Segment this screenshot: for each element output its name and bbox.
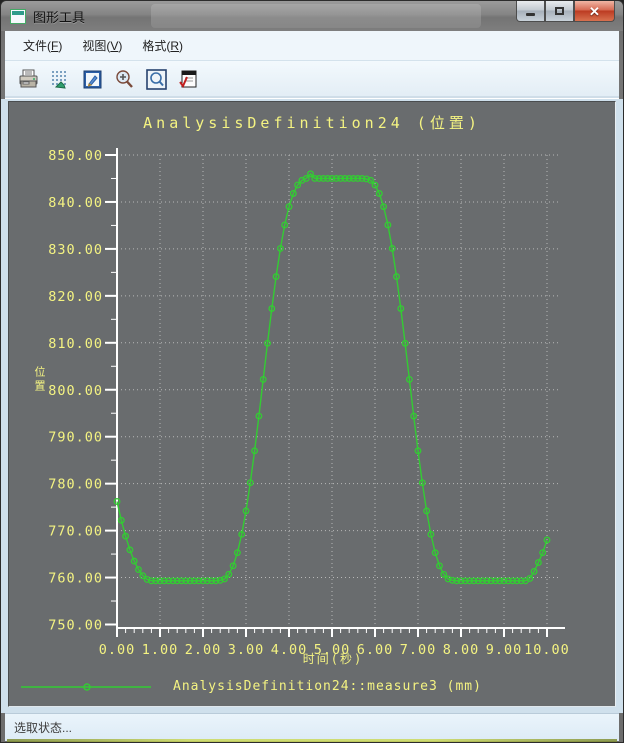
statusbar: 选取状态... [5, 713, 619, 741]
print-icon [19, 69, 38, 88]
zoom-refit-icon [146, 69, 167, 90]
graph-options-icon [179, 70, 197, 88]
zoom-refit-button[interactable] [143, 66, 170, 93]
legend: AnalysisDefinition24::measure3 (mm) [21, 679, 482, 694]
svg-text:820.00: 820.00 [48, 289, 103, 305]
point-display-button[interactable] [47, 66, 74, 93]
minimize-icon [526, 12, 535, 16]
svg-text:780.00: 780.00 [48, 477, 103, 493]
menubar: 文件(F) 视图(V) 格式(R) [5, 31, 619, 61]
status-text: 选取状态... [14, 721, 73, 735]
minimize-button[interactable] [516, 1, 545, 22]
svg-text:830.00: 830.00 [48, 242, 103, 258]
titlebar-sheen [151, 4, 481, 28]
menu-view[interactable]: 视图(V) [72, 32, 132, 59]
plot-canvas[interactable]: 750.00 760.00 770.00 780.00 790.00 800.00 810.… [9, 102, 616, 707]
svg-text:810.00: 810.00 [48, 336, 103, 352]
window-bottom-glow [7, 739, 617, 742]
titlebar[interactable]: 图形工具 ✕ [1, 1, 623, 31]
x-axis-label: 时间(秒) [302, 652, 364, 666]
svg-text:770.00: 770.00 [48, 524, 103, 540]
legend-line-sample [21, 682, 151, 691]
menu-format[interactable]: 格式(R) [132, 32, 193, 59]
svg-text:790.00: 790.00 [48, 430, 103, 446]
maximize-icon [555, 7, 564, 15]
zoom-in-icon [116, 70, 133, 88]
svg-text:760.00: 760.00 [48, 571, 103, 587]
close-button[interactable]: ✕ [574, 1, 615, 22]
maximize-button[interactable] [545, 1, 574, 22]
svg-text:750.00: 750.00 [48, 618, 103, 634]
toolbar [5, 61, 619, 99]
close-icon: ✕ [589, 3, 600, 19]
menu-file[interactable]: 文件(F) [13, 32, 72, 59]
window-controls: ✕ [516, 1, 615, 22]
app-window-icon [10, 8, 26, 24]
point-display-icon [52, 71, 66, 89]
graph-options-button[interactable] [175, 66, 202, 93]
y-axis-label: 位置 [33, 366, 45, 394]
edit-graph-icon [83, 70, 102, 89]
svg-text:840.00: 840.00 [48, 195, 103, 211]
legend-label: AnalysisDefinition24::measure3 (mm) [173, 679, 482, 694]
print-button[interactable] [15, 66, 42, 93]
edit-graph-button[interactable] [79, 66, 106, 93]
window-title: 图形工具 [33, 9, 86, 25]
zoom-in-button[interactable] [111, 66, 138, 93]
svg-text:850.00: 850.00 [48, 148, 103, 164]
svg-text:800.00: 800.00 [48, 383, 103, 399]
graph-tool-window: 图形工具 ✕ 文件(F) 视图(V) 格式(R) AnalysisDefinit… [0, 0, 624, 743]
chart-panel[interactable]: AnalysisDefinition24 (位置) 750.00 760.00 77… [8, 101, 616, 707]
content-area: AnalysisDefinition24 (位置) 750.00 760.00 77… [1, 99, 623, 713]
